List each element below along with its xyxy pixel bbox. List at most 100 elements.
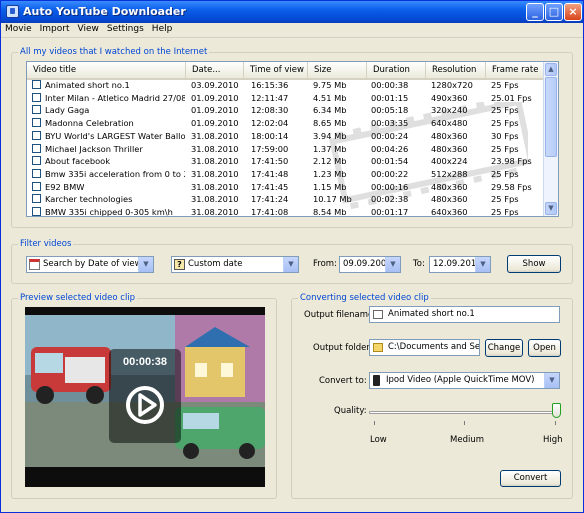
table-row[interactable]: Inter Milan - Atletico Madrid 27/08/2...… — [27, 92, 544, 105]
cell-size: 4.51 Mb — [313, 92, 347, 103]
menu-movie[interactable]: Movie — [1, 23, 36, 36]
scroll-down-icon[interactable]: ▼ — [545, 202, 557, 215]
open-button[interactable]: Open — [528, 339, 561, 357]
cell-resolution: 480x360 — [431, 143, 468, 154]
quality-slider-track[interactable] — [369, 411, 559, 414]
menu-import[interactable]: Import — [36, 23, 74, 36]
cell-size: 2.12 Mb — [313, 156, 347, 167]
row-checkbox[interactable] — [32, 194, 41, 204]
row-checkbox[interactable] — [32, 156, 41, 166]
table-scrollbar[interactable]: ▲ ▼ — [543, 62, 558, 216]
scroll-thumb[interactable] — [545, 77, 557, 157]
table-row[interactable]: About facebook 31.08.2010 17:41:50 2.12 Mb 0… — [27, 155, 544, 168]
chevron-down-icon[interactable]: ▼ — [544, 373, 559, 388]
title-bar[interactable]: Auto YouTube Downloader _ □ × — [1, 1, 583, 23]
table-row[interactable]: BMW 335i chipped 0-305 km\h 31.08.2010 17:… — [27, 206, 544, 217]
output-filename-value: Animated short no.1 — [388, 309, 475, 319]
chevron-down-icon[interactable]: ▼ — [385, 257, 400, 272]
column-header-size[interactable]: Size — [308, 62, 367, 78]
ipod-icon — [373, 375, 380, 386]
cell-resolution: 490x360 — [431, 92, 468, 103]
row-checkbox[interactable] — [32, 143, 41, 153]
table-row[interactable]: E92 BMW 31.08.2010 17:41:45 1.15 Mb 00:00:16… — [27, 181, 544, 194]
cell-fps: 30 Fps — [491, 130, 519, 141]
search-by-value: Search by Date of view — [43, 259, 142, 269]
column-header-time[interactable]: Time of view — [244, 62, 308, 78]
output-folder-field[interactable]: C:\Documents and Settin — [369, 339, 480, 356]
videos-table[interactable]: Video title Date... Time of view Size Du… — [26, 61, 559, 217]
cell-duration: 00:00:16 — [371, 181, 409, 192]
custom-date-dropdown[interactable]: ? Custom date ▼ — [171, 256, 299, 273]
chevron-down-icon[interactable]: ▼ — [475, 257, 490, 272]
cell-duration: 00:00:24 — [371, 130, 409, 141]
cell-resolution: 1280x720 — [431, 80, 473, 90]
search-by-dropdown[interactable]: Search by Date of view ▼ — [26, 256, 154, 273]
preview-timestamp: 00:00:38 — [123, 356, 167, 368]
column-header-date[interactable]: Date... — [186, 62, 244, 78]
table-row[interactable]: Madonna Celebration 01.09.2010 12:02:04 8.6… — [27, 117, 544, 130]
column-header-framerate[interactable]: Frame rate — [486, 62, 544, 78]
row-checkbox[interactable] — [32, 118, 41, 128]
cell-fps: 25 Fps — [491, 207, 519, 217]
to-date-picker[interactable]: 12.09.2010 ▼ — [429, 256, 491, 273]
table-row[interactable]: Bmw 335i acceleration from 0 to 200 31.08… — [27, 168, 544, 181]
cell-title: Animated short no.1 — [45, 80, 130, 90]
cell-title: About facebook — [45, 156, 111, 167]
chevron-down-icon[interactable]: ▼ — [283, 257, 298, 272]
cell-resolution: 640x480 — [431, 118, 468, 129]
table-row[interactable]: Karcher technologies 31.08.2010 17:41:24 10… — [27, 193, 544, 206]
convert-to-dropdown[interactable]: Ipod Video (Apple QuickTime MOV) ▼ — [369, 372, 560, 389]
column-header-duration[interactable]: Duration — [367, 62, 426, 78]
cell-duration: 00:00:22 — [371, 168, 409, 179]
video-preview[interactable]: 00:00:38 — [25, 307, 265, 487]
cell-fps: 29.58 Fps — [491, 181, 532, 192]
convert-button[interactable]: Convert — [500, 470, 561, 487]
quality-slider-thumb[interactable] — [552, 403, 561, 418]
cell-size: 10.17 Mb — [313, 194, 352, 205]
scroll-up-icon[interactable]: ▲ — [545, 63, 557, 76]
show-button[interactable]: Show — [507, 255, 561, 273]
question-icon: ? — [174, 259, 185, 270]
table-row[interactable]: Animated short no.1 03.09.2010 16:15:36 9.7… — [27, 79, 544, 92]
cell-resolution: 480x360 — [431, 181, 468, 192]
row-checkbox[interactable] — [32, 181, 41, 191]
convert-group: Converting selected video clip — [291, 293, 573, 499]
output-folder-label: Output folder: — [313, 343, 373, 353]
row-checkbox[interactable] — [32, 105, 41, 115]
row-checkbox[interactable] — [32, 207, 41, 216]
cell-time: 17:41:08 — [251, 207, 289, 217]
calendar-icon — [29, 259, 40, 270]
cell-time: 18:00:14 — [251, 130, 289, 141]
from-date-picker[interactable]: 09.09.2009 ▼ — [339, 256, 401, 273]
column-header-title[interactable]: Video title — [27, 62, 186, 78]
change-button[interactable]: Change — [485, 339, 523, 357]
close-button[interactable]: × — [564, 3, 582, 21]
cell-size: 1.23 Mb — [313, 168, 347, 179]
cell-title: E92 BMW — [45, 181, 85, 192]
app-window: Auto YouTube Downloader _ □ × Movie Impor… — [0, 0, 584, 513]
cell-date: 01.09.2010 — [191, 92, 239, 103]
minimize-button[interactable]: _ — [526, 3, 544, 21]
column-header-resolution[interactable]: Resolution — [426, 62, 486, 78]
menu-settings[interactable]: Settings — [103, 23, 148, 36]
folder-icon — [373, 343, 383, 352]
menu-view[interactable]: View — [74, 23, 103, 36]
table-row[interactable]: BYU World's LARGEST Water Balloon... 31.0… — [27, 130, 544, 143]
table-header: Video title Date... Time of view Size Du… — [27, 62, 544, 80]
cell-size: 1.15 Mb — [313, 181, 347, 192]
row-checkbox[interactable] — [32, 168, 41, 178]
quality-label: Quality: — [334, 406, 367, 416]
table-row[interactable]: Michael Jackson Thriller 31.08.2010 17:59:… — [27, 143, 544, 156]
table-row[interactable]: Lady Gaga 01.09.2010 12:08:30 6.34 Mb 00:05:… — [27, 104, 544, 117]
menu-help[interactable]: Help — [148, 23, 177, 36]
output-filename-field[interactable]: Animated short no.1 — [369, 306, 560, 323]
cell-fps: 25 Fps — [491, 194, 519, 205]
chevron-down-icon[interactable]: ▼ — [138, 257, 153, 272]
cell-resolution: 400x224 — [431, 156, 468, 167]
row-checkbox[interactable] — [32, 80, 41, 89]
row-checkbox[interactable] — [32, 92, 41, 102]
cell-duration: 00:00:38 — [371, 80, 409, 90]
maximize-button[interactable]: □ — [545, 3, 563, 21]
preview-group-legend: Preview selected video clip — [18, 293, 138, 303]
row-checkbox[interactable] — [32, 130, 41, 140]
